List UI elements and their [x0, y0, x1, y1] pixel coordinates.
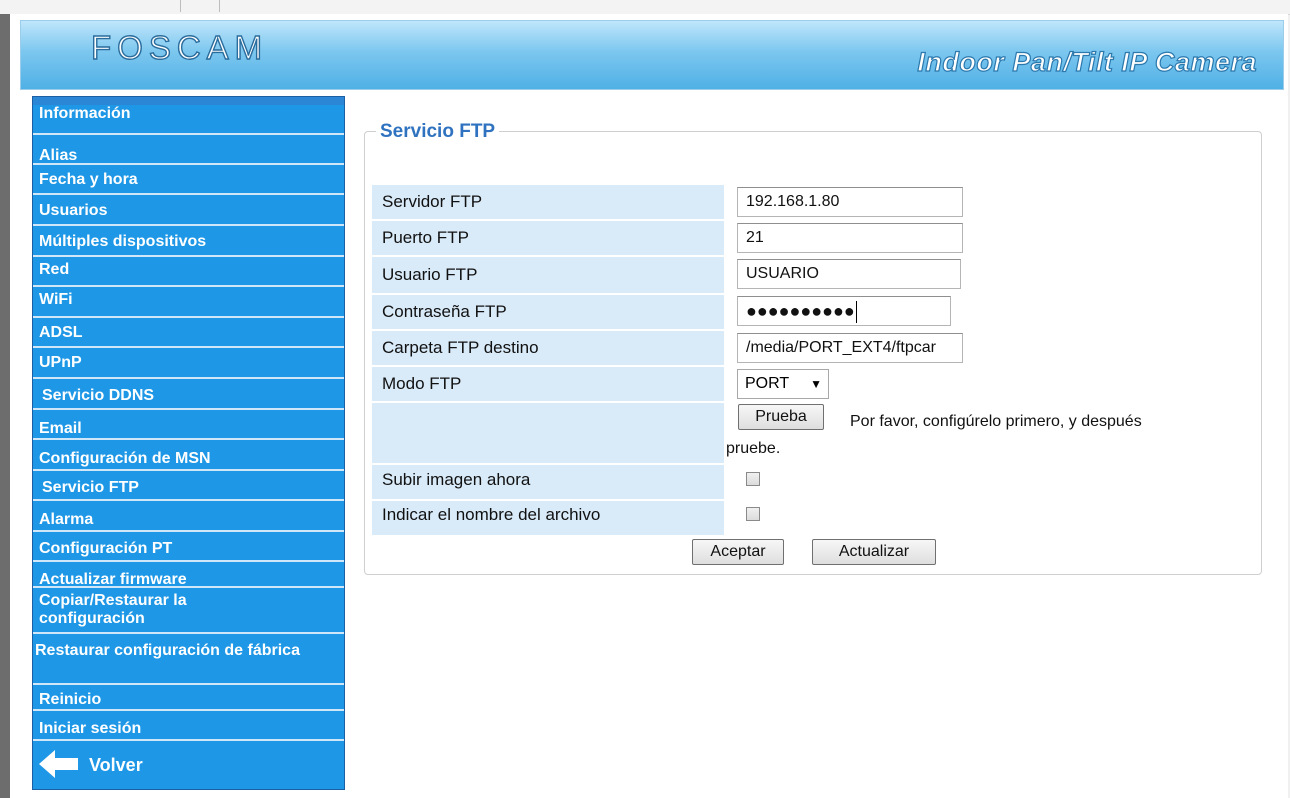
sidebar-item-servicio-ftp[interactable]: Servicio FTP — [33, 471, 344, 501]
sidebar-item-servicio-ddns[interactable]: Servicio DDNS — [33, 379, 344, 410]
sidebar-item-label: Información — [39, 105, 131, 122]
sidebar-item-label: Actualizar firmware — [39, 571, 187, 588]
back-button[interactable]: Volver — [33, 741, 344, 789]
sidebar-item-label: Servicio FTP — [42, 479, 139, 496]
sidebar-item-label: Servicio DDNS — [42, 387, 155, 404]
sidebar-item-label: Alarma — [39, 511, 94, 528]
back-button-label: Volver — [89, 755, 143, 775]
sidebar-item-label: Configuración de MSN — [39, 450, 211, 467]
ftp-test-label-cell — [372, 403, 724, 463]
sidebar-item-label: UPnP — [39, 354, 82, 371]
test-hint-line2: pruebe. — [726, 440, 781, 457]
ftp-port-label: Puerto FTP — [372, 221, 724, 255]
upload-now-checkbox[interactable] — [746, 472, 760, 486]
sidebar-item-adsl[interactable]: ADSL — [33, 318, 344, 348]
header-banner: FOSCAM Indoor Pan/Tilt IP Camera — [20, 20, 1284, 90]
sidebar-item-label: Email — [39, 420, 82, 437]
text-caret — [855, 301, 857, 324]
sidebar-item-label: Iniciar sesión — [39, 720, 142, 737]
test-hint-line1: Por favor, configúrelo primero, y despué… — [850, 413, 1142, 430]
sidebar-item-restaurar-fabrica[interactable]: Restaurar configuración de fábrica — [33, 634, 344, 685]
refresh-button[interactable]: Actualizar — [812, 539, 936, 565]
filename-checkbox[interactable] — [746, 507, 760, 521]
browser-top-strip — [0, 0, 1290, 15]
sidebar-item-alarma[interactable]: Alarma — [33, 501, 344, 532]
ftp-user-label: Usuario FTP — [372, 257, 724, 293]
sidebar-item-configuracion-pt[interactable]: Configuración PT — [33, 532, 344, 562]
sidebar-item-alias[interactable]: Alias — [33, 135, 344, 165]
ftp-server-label: Servidor FTP — [372, 185, 724, 219]
sidebar-item-iniciar-sesion[interactable]: Iniciar sesión — [33, 711, 344, 741]
filename-label: Indicar el nombre del archivo — [372, 501, 724, 535]
sidebar-item-wifi[interactable]: WiFi — [33, 287, 344, 318]
sidebar-item-label: ADSL — [39, 324, 83, 341]
ftp-password-dots: ●●●●●●●●●● — [746, 301, 855, 321]
ftp-user-input[interactable]: USUARIO — [737, 259, 961, 289]
sidebar-item-label: Copiar/Restaurar la configuración — [39, 592, 187, 627]
sidebar-item-red[interactable]: Red — [33, 257, 344, 287]
sidebar-item-upnp[interactable]: UPnP — [33, 348, 344, 379]
accept-button[interactable]: Aceptar — [692, 539, 784, 565]
ftp-folder-input[interactable]: /media/PORT_EXT4/ftpcar — [737, 333, 963, 363]
sidebar-item-email[interactable]: Email — [33, 410, 344, 440]
upload-now-label: Subir imagen ahora — [372, 465, 724, 499]
ftp-port-input[interactable]: 21 — [737, 223, 963, 253]
sidebar-menu: Información Alias Fecha y hora Usuarios … — [32, 96, 345, 790]
ftp-mode-label: Modo FTP — [372, 367, 724, 401]
sidebar-item-reinicio[interactable]: Reinicio — [33, 685, 344, 711]
window-left-edge — [0, 14, 10, 798]
sidebar-item-label: WiFi — [39, 291, 73, 308]
sidebar-item-label: Alias — [39, 147, 78, 164]
sidebar-item-fecha-y-hora[interactable]: Fecha y hora — [33, 165, 344, 195]
product-title: Indoor Pan/Tilt IP Camera — [917, 46, 1257, 77]
sidebar-item-configuracion-de-msn[interactable]: Configuración de MSN — [33, 440, 344, 471]
test-button[interactable]: Prueba — [738, 404, 824, 430]
brand-logo: FOSCAM — [90, 28, 269, 66]
upload-now-cell — [726, 465, 1258, 499]
sidebar-item-label: Usuarios — [39, 202, 108, 219]
ftp-password-label: Contraseña FTP — [372, 295, 724, 329]
sidebar-item-label: Múltiples dispositivos — [39, 233, 207, 250]
ftp-server-input[interactable]: 192.168.1.80 — [737, 187, 963, 217]
sidebar-item-informacion[interactable]: Información — [33, 105, 344, 135]
sidebar-item-actualizar-firmware[interactable]: Actualizar firmware — [33, 562, 344, 588]
sidebar-item-label: Fecha y hora — [39, 171, 138, 188]
sidebar-item-usuarios[interactable]: Usuarios — [33, 195, 344, 226]
ftp-mode-select[interactable]: PORT ▼ — [737, 369, 829, 399]
filename-cell — [726, 501, 1258, 535]
sidebar-item-label: Configuración PT — [39, 540, 173, 557]
sidebar-item-label: Reinicio — [39, 691, 102, 708]
sidebar-item-label: Restaurar configuración de fábrica — [35, 642, 300, 659]
sidebar-item-copiar-restaurar[interactable]: Copiar/Restaurar la configuración — [33, 588, 344, 634]
browser-tab-separator — [180, 0, 220, 12]
sidebar-item-label: Red — [39, 261, 70, 278]
ftp-legend: Servicio FTP — [376, 121, 500, 143]
back-arrow-icon — [39, 750, 78, 778]
chevron-down-icon: ▼ — [810, 377, 822, 391]
ftp-folder-label: Carpeta FTP destino — [372, 331, 724, 365]
sidebar-item-multiples-dispositivos[interactable]: Múltiples dispositivos — [33, 226, 344, 257]
ftp-password-input[interactable]: ●●●●●●●●●● — [737, 296, 951, 326]
ftp-mode-value: PORT — [745, 375, 790, 392]
